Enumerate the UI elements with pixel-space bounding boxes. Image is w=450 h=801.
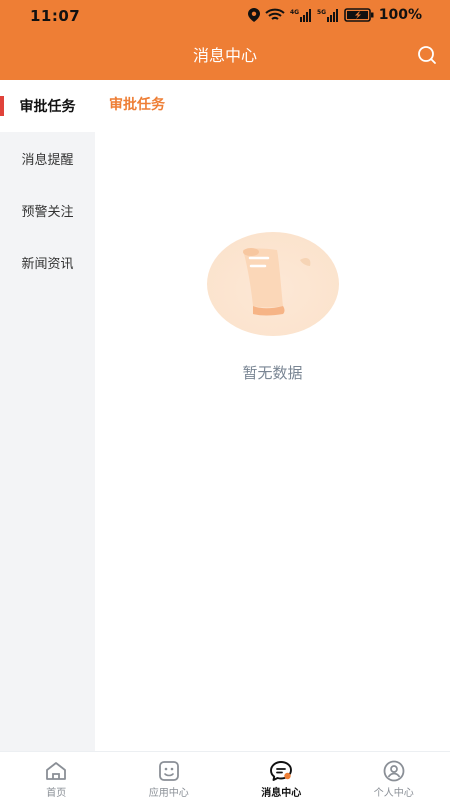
empty-state-illustration [205,230,341,338]
tab-profile[interactable]: 个人中心 [338,752,450,801]
search-icon[interactable] [416,44,438,66]
signal-5g-icon: 5G [317,8,339,22]
status-time: 11:07 [30,7,80,25]
status-icons: 4G 5G 100% [248,7,422,23]
wifi-icon [265,8,285,22]
tab-home[interactable]: 首页 [0,752,113,801]
empty-state-text: 暂无数据 [95,362,450,383]
profile-icon [382,760,406,782]
tab-message-center[interactable]: 消息中心 [225,752,338,801]
svg-text:4G: 4G [290,9,299,16]
sidebar-item-label: 新闻资讯 [21,253,73,272]
sidebar-item-alerts[interactable]: 预警关注 [0,184,95,236]
sidebar-item-message-reminders[interactable]: 消息提醒 [0,132,95,184]
svg-text:5G: 5G [317,9,326,16]
tab-label: 个人中心 [374,784,414,799]
home-icon [44,760,68,782]
bottom-tab-bar: 首页 应用中心 消息中心 个人中心 [0,751,450,801]
signal-4g-icon: 4G [290,8,312,22]
battery-percent: 100% [379,7,422,23]
sidebar-item-label: 预警关注 [21,201,73,220]
sidebar-item-approval-tasks[interactable]: 审批任务 [0,80,95,132]
sidebar-item-label: 审批任务 [20,96,76,116]
tab-label: 首页 [46,784,66,799]
location-icon [248,8,260,22]
page-title: 消息中心 [0,42,450,66]
sidebar-item-news[interactable]: 新闻资讯 [0,236,95,288]
message-icon [269,760,293,782]
tab-label: 应用中心 [149,784,189,799]
content-panel: 审批任务 暂无数据 [95,80,450,751]
status-bar: 11:07 4G 5G 100% [0,0,450,34]
section-title: 审批任务 [109,94,165,114]
battery-icon [344,8,374,22]
sidebar: 审批任务 消息提醒 预警关注 新闻资讯 [0,80,95,751]
sidebar-item-label: 消息提醒 [21,149,73,168]
tab-app-center[interactable]: 应用中心 [113,752,226,801]
app-center-icon [157,760,181,782]
tab-label: 消息中心 [261,784,301,799]
